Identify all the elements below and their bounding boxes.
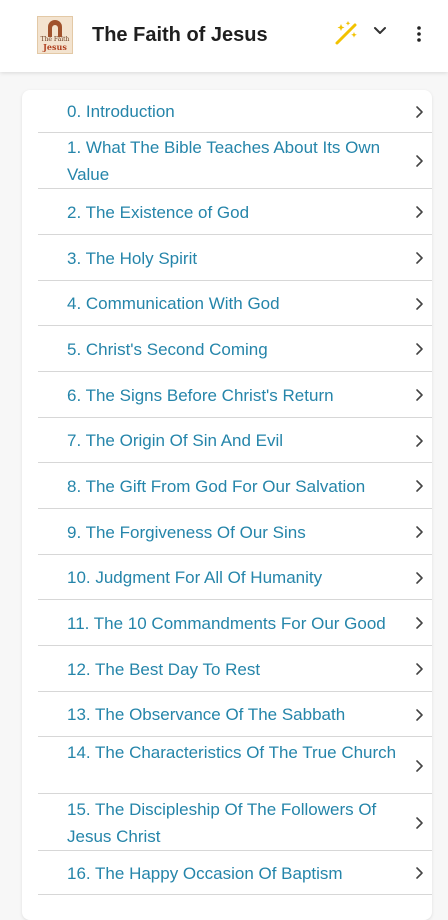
chapter-list-item[interactable]: 9. The Forgiveness Of Our Sins [38,509,432,555]
chapter-list-item[interactable]: 14. The Characteristics Of The True Chur… [38,737,432,794]
chevron-right-icon [416,572,423,584]
chevron-right-icon [416,155,423,167]
chevron-right-icon [416,480,423,492]
chapter-list-item[interactable]: 12. The Best Day To Rest [38,646,432,692]
chapter-title: 13. The Observance Of The Sabbath [67,705,346,724]
magic-wand-icon[interactable] [334,20,360,46]
chapter-list-item[interactable]: 5. Christ's Second Coming [38,326,432,372]
chapter-list-item[interactable]: 0. Introduction [38,90,432,133]
app-logo: The Faith Jesus [37,16,73,54]
chapter-list-item[interactable]: 3. The Holy Spirit [38,235,432,281]
chapter-title: 3. The Holy Spirit [67,249,198,268]
app-bar: The Faith Jesus The Faith of Jesus [0,0,448,72]
chapter-title: 4. Communication With God [67,294,280,313]
app-title: The Faith of Jesus [92,24,268,46]
chapter-list-item[interactable]: 13. The Observance Of The Sabbath [38,692,432,737]
chevron-right-icon [416,617,423,629]
chapter-title: 0. Introduction [67,102,175,121]
chevron-right-icon [416,526,423,538]
church-arch-icon [48,20,62,37]
chapter-title: 16. The Happy Occasion Of Baptism [67,864,343,883]
chevron-right-icon [416,206,423,218]
chapter-list-item[interactable]: 8. The Gift From God For Our Salvation [38,463,432,509]
chevron-right-icon [416,760,423,772]
chapter-list-item[interactable]: 6. The Signs Before Christ's Return [38,372,432,418]
chapter-list-item[interactable]: 15. The Discipleship Of The Followers Of… [38,794,432,851]
chapter-title: 2. The Existence of God [67,203,250,222]
more-vertical-icon[interactable] [411,24,427,44]
chapter-title: 15. The Discipleship Of The Followers Of… [67,800,377,846]
chapter-list-item[interactable]: 1. What The Bible Teaches About Its Own … [38,133,432,189]
chapter-title: 1. What The Bible Teaches About Its Own … [67,138,381,184]
chapter-title: 9. The Forgiveness Of Our Sins [67,523,306,542]
logo-text-bottom: Jesus [43,42,67,52]
chapter-title: 10. Judgment For All Of Humanity [67,568,323,587]
chapter-title: 8. The Gift From God For Our Salvation [67,477,366,496]
chapter-list-item[interactable]: 16. The Happy Occasion Of Baptism [38,851,432,895]
chapter-list-item[interactable]: 10. Judgment For All Of Humanity [38,555,432,600]
chapter-title: 5. Christ's Second Coming [67,340,268,359]
chapter-list-item[interactable]: 7. The Origin Of Sin And Evil [38,418,432,463]
chevron-right-icon [416,252,423,264]
chevron-right-icon [416,389,423,401]
chevron-right-icon [416,867,423,879]
chapter-title: 11. The 10 Commandments For Our Good [67,614,386,633]
chevron-down-icon[interactable] [372,25,388,37]
chapter-list-item[interactable]: 4. Communication With God [38,281,432,326]
chevron-right-icon [416,663,423,675]
chapter-list-item[interactable]: 11. The 10 Commandments For Our Good [38,600,432,646]
chevron-right-icon [416,817,423,829]
chapter-title: 7. The Origin Of Sin And Evil [67,431,284,450]
chapter-list-item[interactable]: 2. The Existence of God [38,189,432,235]
chevron-right-icon [416,298,423,310]
chevron-right-icon [416,106,423,118]
chapter-list-card: 0. Introduction 1. What The Bible Teaches… [22,90,432,920]
chapter-title: 6. The Signs Before Christ's Return [67,386,334,405]
chapter-title: 14. The Characteristics Of The True Chur… [67,743,397,762]
chevron-right-icon [416,435,423,447]
chevron-right-icon [416,709,423,721]
chapter-title: 12. The Best Day To Rest [67,660,261,679]
chevron-right-icon [416,343,423,355]
